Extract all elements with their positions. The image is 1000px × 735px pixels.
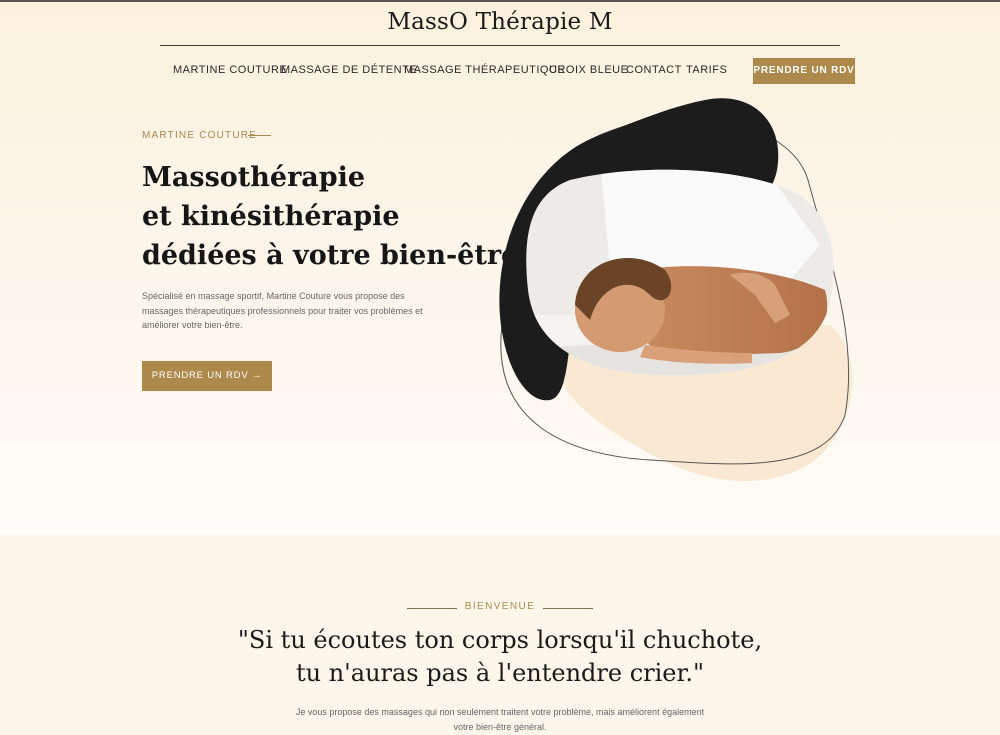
title-divider [160,45,840,46]
welcome-eyebrow: BIENVENUE [464,601,536,612]
intro-line: votre bien-être général. [453,722,547,732]
eyebrow-line-right [543,608,593,609]
hero-eyebrow: MARTINE COUTURE [142,130,258,141]
site-title[interactable]: MassO Thérapie M [0,9,1000,35]
eyebrow-line [248,135,271,136]
hero-title-line: dédiées à votre bien-être [142,240,519,271]
intro-line: Je vous propose des massages qui non seu… [295,707,705,717]
nav-item-massage-detente[interactable]: MASSAGE DE DÉTENTE [281,64,417,76]
nav-item-massage-therapeutique[interactable]: MASSAGE THÉRAPEUTIQUE [404,64,565,76]
quote-line: tu n'auras pas à l'entendre crier." [295,659,705,687]
hero-title-line: et kinésithérapie [142,201,400,232]
nav-item-croix-bleue[interactable]: CROIX BLEUE [549,64,628,76]
hero-section: MassO Thérapie M MARTINE COUTURE MASSAGE… [0,0,1000,535]
hero-title-line: Massothérapie [142,162,366,193]
hero-illustration [499,98,853,482]
welcome-intro: Je vous propose des massages qui non seu… [0,705,1000,735]
hero-description: Spécialisé en massage sportif, Martine C… [142,291,423,330]
nav-item-martine-couture[interactable]: MARTINE COUTURE [173,64,287,76]
welcome-eyebrow-row: BIENVENUE [0,601,1000,615]
quote-line: "Si tu écoutes ton corps lorsqu'il chuch… [237,626,763,654]
hero-title: Massothérapie et kinésithérapie dédiées … [142,158,519,275]
top-border [0,0,1000,2]
hero-appointment-button[interactable]: PRENDRE UN RDV → [142,361,272,391]
header-appointment-button[interactable]: PRENDRE UN RDV [753,58,855,84]
nav-item-tarifs[interactable]: TARIFS [686,64,727,76]
nav-item-contact[interactable]: CONTACT [626,64,682,76]
welcome-quote: "Si tu écoutes ton corps lorsqu'il chuch… [0,624,1000,690]
